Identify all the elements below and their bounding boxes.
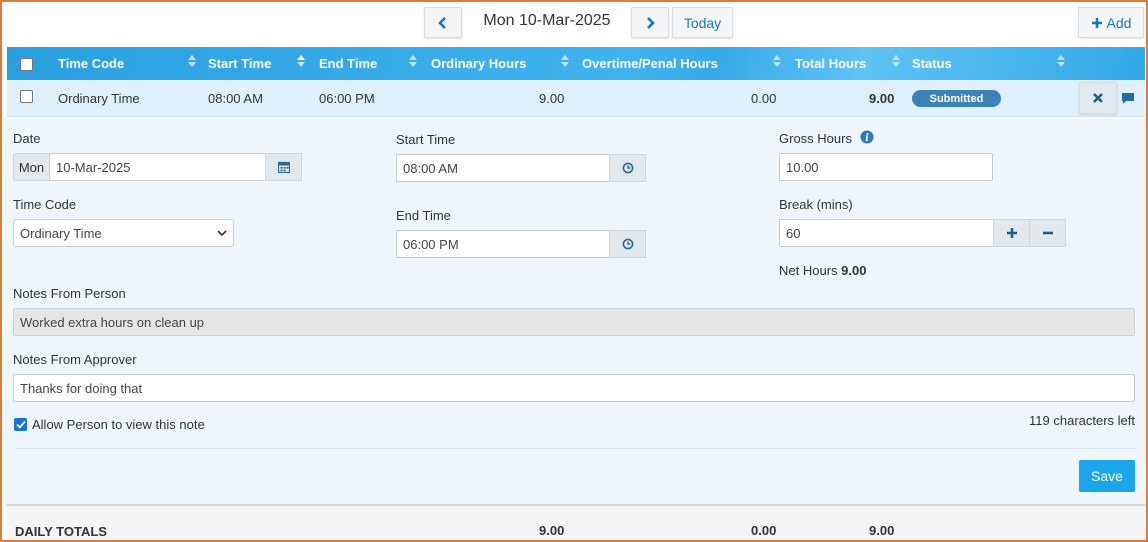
header-overtime-penal-hours[interactable]: Overtime/Penal Hours <box>582 56 718 71</box>
daily-totals-label: DAILY TOTALS <box>15 524 107 539</box>
next-day-button[interactable] <box>631 7 669 38</box>
header-ordinary-hours[interactable]: Ordinary Hours <box>431 56 526 71</box>
end-time-label: End Time <box>396 208 451 223</box>
net-hours-value: 9.00 <box>841 263 867 278</box>
cell-time-code: Ordinary Time <box>58 91 140 106</box>
minus-icon <box>1042 231 1053 235</box>
notes-approver-value: Thanks for doing that <box>20 380 143 396</box>
cell-ordinary-hours: 9.00 <box>539 91 565 106</box>
current-date: Mon 10-Mar-2025 <box>483 12 611 29</box>
check-icon <box>15 420 26 429</box>
timesheet-window: Mon 10-Mar-2025 Today Add Time Code Star… <box>0 0 1148 542</box>
end-time-picker-button[interactable] <box>609 230 646 258</box>
allow-view-checkbox[interactable] <box>14 418 27 431</box>
header-start-time[interactable]: Start Time <box>208 56 271 71</box>
chevron-right-icon <box>647 16 655 29</box>
grid-header: Time Code Start Time End Time Ordinary H… <box>7 47 1145 80</box>
break-label: Break (mins) <box>779 197 853 212</box>
info-icon[interactable]: i <box>860 130 874 144</box>
add-label: Add <box>1106 14 1132 31</box>
time-code-label: Time Code <box>13 197 77 212</box>
date-day: Mon <box>18 159 45 175</box>
sort-icon[interactable] <box>773 54 781 70</box>
chevron-down-icon <box>217 229 227 236</box>
header-time-code[interactable]: Time Code <box>58 56 124 71</box>
start-time-picker-button[interactable] <box>609 154 646 182</box>
chevron-left-icon <box>438 16 446 29</box>
cell-end-time: 06:00 PM <box>319 91 375 106</box>
break-input[interactable]: 60 <box>779 219 994 247</box>
notes-person-field: Worked extra hours on clean up <box>13 308 1135 336</box>
date-picker-button[interactable] <box>265 153 302 181</box>
date-label: Date <box>13 131 41 146</box>
today-button[interactable]: Today <box>672 7 733 38</box>
row-checkbox[interactable] <box>20 90 33 103</box>
save-button[interactable]: Save <box>1079 460 1135 492</box>
totals-overtime-hours: 0.00 <box>751 523 777 538</box>
close-icon <box>1093 93 1103 103</box>
sort-icon[interactable] <box>188 54 196 70</box>
header-end-time[interactable]: End Time <box>319 56 377 71</box>
end-time-value: 06:00 PM <box>403 236 459 252</box>
net-hours: Net Hours 9.00 <box>779 263 866 278</box>
characters-left: 119 characters left <box>1029 413 1135 428</box>
plus-icon <box>1006 228 1017 238</box>
sort-asc-icon[interactable] <box>297 54 305 70</box>
break-value: 60 <box>786 225 801 241</box>
allow-view-label[interactable]: Allow Person to view this note <box>32 417 205 432</box>
time-code-select[interactable]: Ordinary Time <box>13 219 234 247</box>
cell-overtime-hours: 0.00 <box>751 91 777 106</box>
notes-person-value: Worked extra hours on clean up <box>20 314 205 330</box>
totals-total-hours: 9.00 <box>869 523 895 538</box>
time-code-value: Ordinary Time <box>20 225 102 241</box>
start-time-input[interactable]: 08:00 AM <box>396 154 610 182</box>
break-increment-button[interactable] <box>993 219 1030 247</box>
daily-totals-row: DAILY TOTALS 9.00 0.00 9.00 <box>7 504 1145 540</box>
cell-total-hours: 9.00 <box>869 91 895 106</box>
date-day-prefix: Mon <box>13 153 50 181</box>
start-time-label: Start Time <box>396 132 456 147</box>
sort-icon[interactable] <box>1057 54 1065 70</box>
comment-icon[interactable] <box>1121 92 1135 105</box>
header-total-hours[interactable]: Total Hours <box>795 56 866 71</box>
notes-approver-input[interactable]: Thanks for doing that <box>13 374 1135 402</box>
entry-detail-panel: Date Mon 10-Mar-2025 Time Code Ordinary … <box>4 118 1146 506</box>
divider <box>15 448 1135 449</box>
today-label: Today <box>683 14 722 31</box>
gross-hours-label: Gross Hours <box>779 131 852 146</box>
add-button[interactable]: Add <box>1078 7 1144 38</box>
previous-day-button[interactable] <box>424 7 462 38</box>
notes-approver-label: Notes From Approver <box>13 352 137 367</box>
gross-hours-value: 10.00 <box>786 159 819 175</box>
status-badge: Submitted <box>912 90 1001 107</box>
net-hours-label: Net Hours <box>779 263 838 278</box>
break-decrement-button[interactable] <box>1029 219 1066 247</box>
notes-person-label: Notes From Person <box>13 286 126 301</box>
sort-icon[interactable] <box>409 54 417 70</box>
gross-hours-input[interactable]: 10.00 <box>779 153 993 181</box>
date-value: 10-Mar-2025 <box>56 159 131 175</box>
end-time-input[interactable]: 06:00 PM <box>396 230 610 258</box>
delete-row-button[interactable] <box>1079 82 1117 114</box>
clock-icon <box>622 162 633 174</box>
header-status[interactable]: Status <box>912 56 952 71</box>
sort-icon[interactable] <box>561 54 569 70</box>
save-label: Save <box>1091 468 1123 484</box>
select-all-checkbox[interactable] <box>20 58 33 71</box>
totals-ordinary-hours: 9.00 <box>539 523 565 538</box>
date-input[interactable]: 10-Mar-2025 <box>49 153 266 181</box>
cell-start-time: 08:00 AM <box>208 91 263 106</box>
start-time-value: 08:00 AM <box>403 160 458 176</box>
clock-icon <box>622 238 633 250</box>
sort-icon[interactable] <box>892 54 900 70</box>
calendar-icon <box>277 161 290 173</box>
table-row[interactable]: Ordinary Time 08:00 AM 06:00 PM 9.00 0.0… <box>7 80 1145 117</box>
svg-text:i: i <box>865 133 869 144</box>
date-navigation: Mon 10-Mar-2025 Today Add <box>2 2 1146 46</box>
plus-icon <box>1091 17 1102 28</box>
